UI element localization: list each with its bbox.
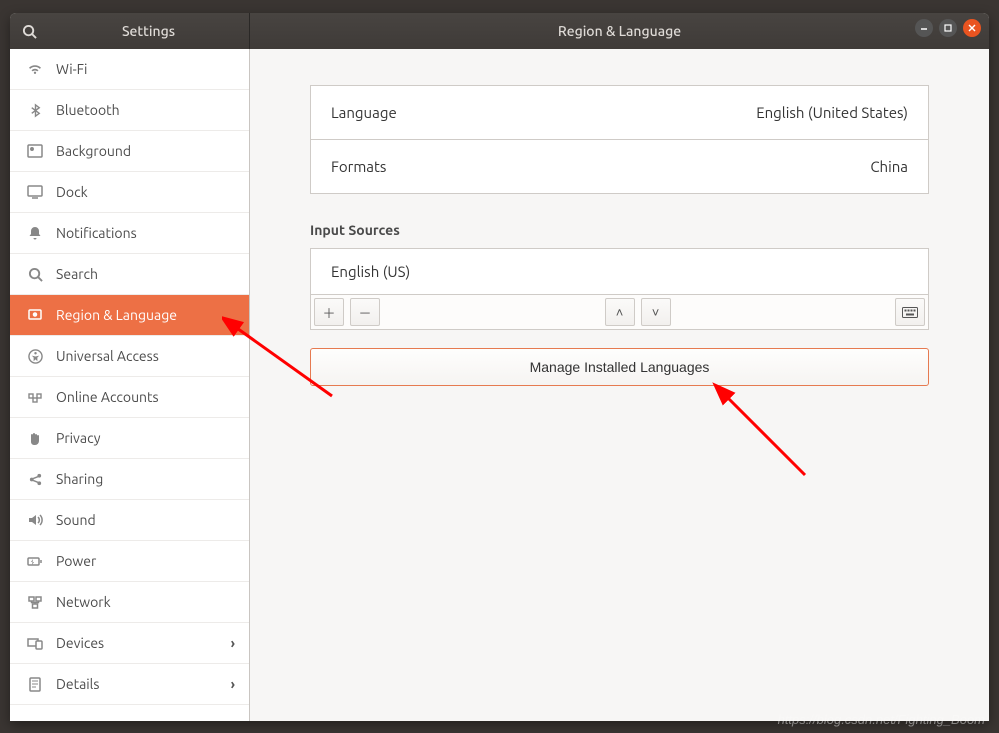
- background-icon: [24, 144, 46, 158]
- manage-languages-button[interactable]: Manage Installed Languages: [310, 348, 929, 386]
- sidebar-item-details[interactable]: Details ›: [10, 664, 249, 705]
- maximize-icon: [944, 24, 952, 32]
- close-icon: [968, 24, 976, 32]
- input-source-item[interactable]: English (US): [311, 249, 928, 294]
- wifi-icon: [24, 61, 46, 77]
- formats-value: China: [870, 158, 908, 175]
- chevron-right-icon: ›: [231, 635, 235, 651]
- sidebar-item-label: Region & Language: [56, 307, 177, 323]
- sidebar-item-dock[interactable]: Dock: [10, 172, 249, 213]
- sidebar-item-label: Devices: [56, 635, 104, 651]
- sidebar-item-search[interactable]: Search: [10, 254, 249, 295]
- sidebar-title: Settings: [48, 23, 249, 39]
- power-icon: [24, 555, 46, 568]
- sidebar-item-label: Sound: [56, 512, 96, 528]
- remove-input-source-button[interactable]: －: [350, 298, 380, 326]
- sidebar-item-label: Search: [56, 266, 98, 282]
- add-input-source-button[interactable]: ＋: [314, 298, 344, 326]
- chevron-down-icon: ˅: [652, 305, 660, 320]
- bell-icon: [24, 226, 46, 241]
- bluetooth-icon: [24, 103, 46, 118]
- sidebar-item-label: Notifications: [56, 225, 137, 241]
- move-down-button[interactable]: ˅: [641, 298, 671, 326]
- sidebar-item-label: Details: [56, 676, 99, 692]
- accessibility-icon: [24, 349, 46, 364]
- window-controls: [915, 19, 981, 37]
- sidebar-item-label: Online Accounts: [56, 389, 159, 405]
- sidebar-item-sound[interactable]: Sound: [10, 500, 249, 541]
- plus-icon: ＋: [322, 303, 335, 322]
- formats-label: Formats: [331, 158, 386, 175]
- sidebar-item-label: Power: [56, 553, 96, 569]
- input-sources-label: Input Sources: [310, 222, 929, 238]
- chevron-up-icon: ˄: [616, 305, 624, 320]
- sidebar-item-privacy[interactable]: Privacy: [10, 418, 249, 459]
- settings-window: Settings Region & Language Wi-Fi Bluetoot…: [10, 13, 989, 721]
- sidebar-item-universal-access[interactable]: Universal Access: [10, 336, 249, 377]
- sidebar-item-power[interactable]: Power: [10, 541, 249, 582]
- sidebar-item-region-language[interactable]: Region & Language: [10, 295, 249, 336]
- search-icon: [24, 267, 46, 282]
- flag-icon: [24, 308, 46, 322]
- keyboard-icon: [902, 307, 918, 318]
- details-icon: [24, 677, 46, 692]
- hand-icon: [24, 431, 46, 446]
- sidebar-item-online-accounts[interactable]: Online Accounts: [10, 377, 249, 418]
- keyboard-layout-button[interactable]: [895, 298, 925, 326]
- search-icon: [22, 24, 37, 39]
- sidebar-item-network[interactable]: Network: [10, 582, 249, 623]
- sidebar-item-background[interactable]: Background: [10, 131, 249, 172]
- sidebar-item-label: Network: [56, 594, 111, 610]
- page-title: Region & Language: [250, 23, 989, 39]
- maximize-button[interactable]: [939, 19, 957, 37]
- sidebar-item-notifications[interactable]: Notifications: [10, 213, 249, 254]
- minus-icon: －: [358, 303, 371, 322]
- sidebar-item-label: Universal Access: [56, 348, 159, 364]
- formats-row[interactable]: Formats China: [311, 139, 928, 193]
- sidebar-item-label: Bluetooth: [56, 102, 120, 118]
- dock-icon: [24, 185, 46, 199]
- close-button[interactable]: [963, 19, 981, 37]
- minimize-button[interactable]: [915, 19, 933, 37]
- body: Wi-Fi Bluetooth Background Dock Notification…: [10, 49, 989, 721]
- sidebar-item-label: Wi-Fi: [56, 61, 87, 77]
- sidebar: Wi-Fi Bluetooth Background Dock Notification…: [10, 49, 250, 721]
- language-value: English (United States): [756, 104, 908, 121]
- sidebar-item-wi-fi[interactable]: Wi-Fi: [10, 49, 249, 90]
- settings-list: Language English (United States) Formats…: [310, 85, 929, 194]
- sidebar-item-label: Privacy: [56, 430, 100, 446]
- sidebar-item-bluetooth[interactable]: Bluetooth: [10, 90, 249, 131]
- sidebar-item-devices[interactable]: Devices ›: [10, 623, 249, 664]
- content: Language English (United States) Formats…: [250, 49, 989, 721]
- language-label: Language: [331, 104, 397, 121]
- search-button[interactable]: [10, 13, 48, 49]
- cloud-icon: [24, 391, 46, 403]
- toolbar-spacer: [383, 295, 602, 329]
- devices-icon: [24, 637, 46, 650]
- network-icon: [24, 595, 46, 609]
- move-up-button[interactable]: ˄: [605, 298, 635, 326]
- input-source-name: English (US): [331, 263, 410, 280]
- chevron-right-icon: ›: [231, 676, 235, 692]
- toolbar-spacer: [674, 295, 893, 329]
- titlebar: Settings Region & Language: [10, 13, 989, 49]
- input-sources-list: English (US): [310, 248, 929, 295]
- share-icon: [24, 472, 46, 487]
- sidebar-item-sharing[interactable]: Sharing: [10, 459, 249, 500]
- sound-icon: [24, 513, 46, 527]
- minimize-icon: [920, 24, 928, 32]
- sidebar-item-label: Dock: [56, 184, 88, 200]
- watermark: https://blog.csdn.net/Fighting_Boom: [778, 712, 985, 727]
- input-sources-toolbar: ＋ － ˄ ˅: [310, 295, 929, 330]
- sidebar-item-label: Sharing: [56, 471, 103, 487]
- sidebar-item-label: Background: [56, 143, 131, 159]
- titlebar-left: Settings: [10, 13, 250, 49]
- language-row[interactable]: Language English (United States): [311, 86, 928, 139]
